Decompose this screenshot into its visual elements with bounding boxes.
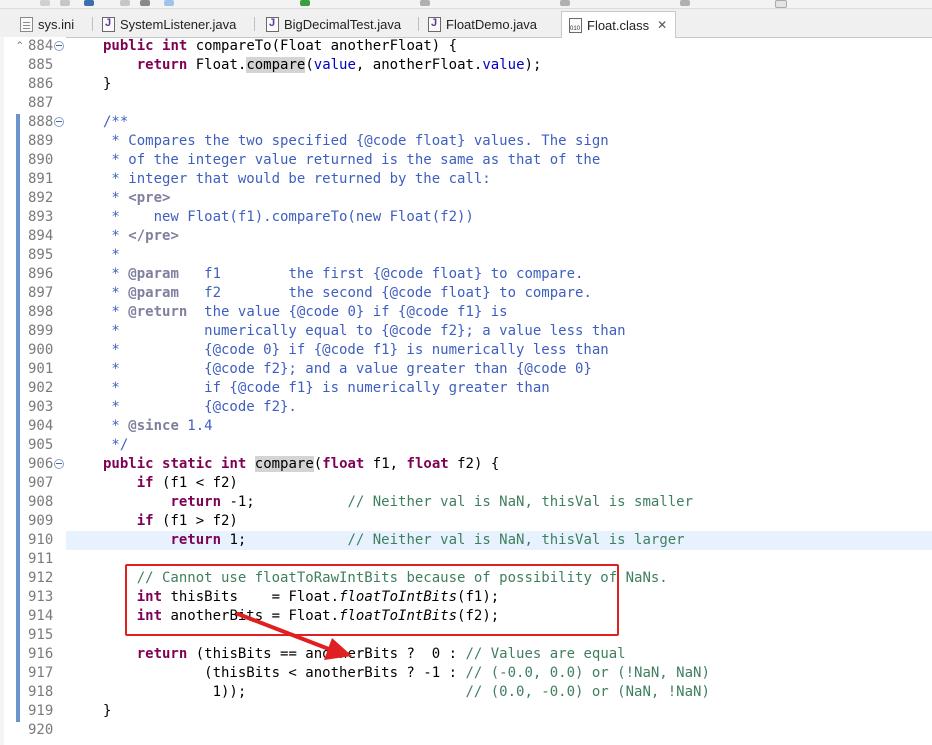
annotation-arrow — [236, 612, 352, 660]
